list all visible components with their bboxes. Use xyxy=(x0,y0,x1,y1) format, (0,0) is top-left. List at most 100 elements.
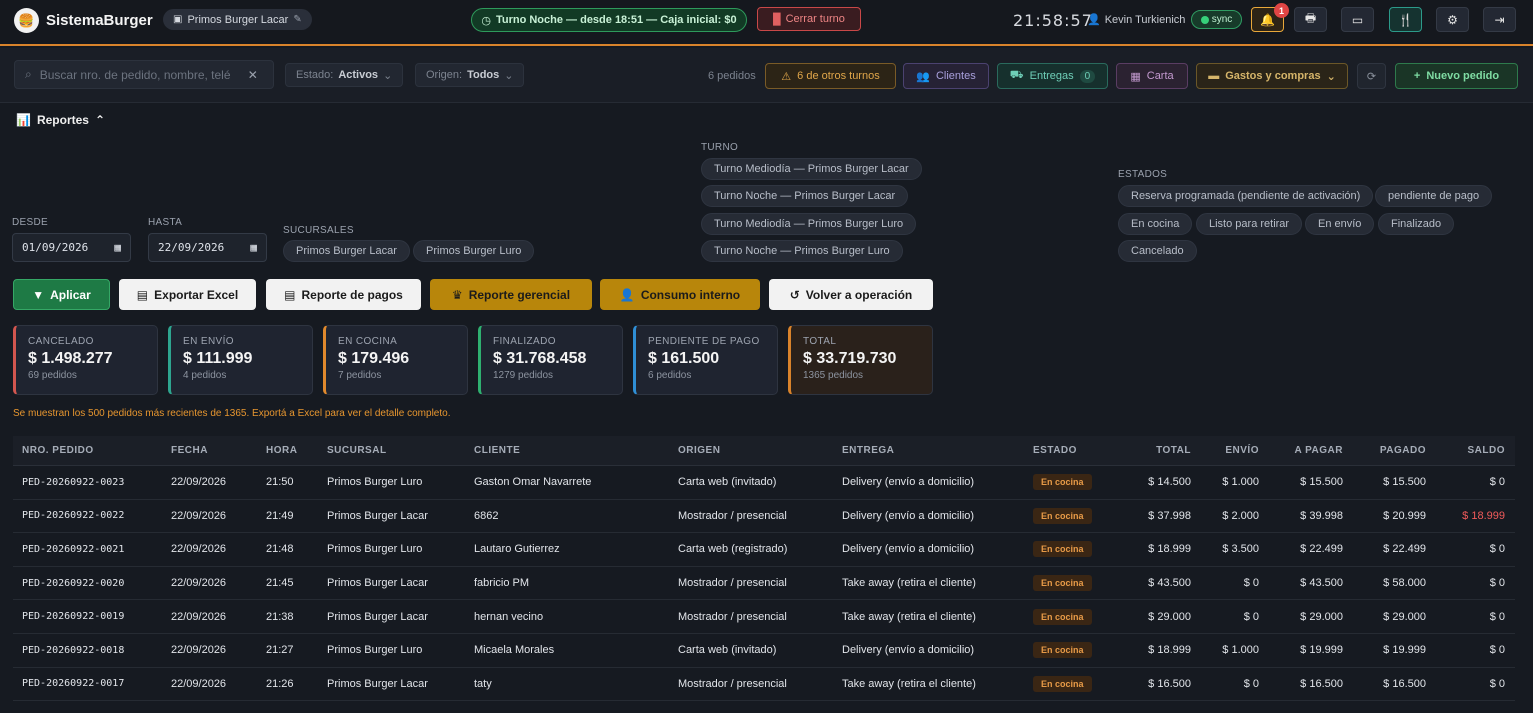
table-row[interactable]: PED-20260922-0021 22/09/2026 21:48 Primos B… xyxy=(13,533,1515,567)
origen-select[interactable]: Origen: Todos ⌄ xyxy=(415,63,525,87)
new-order-button[interactable]: + Nuevo pedido xyxy=(1395,63,1518,89)
display-button[interactable]: ▭ xyxy=(1341,7,1374,32)
search-input[interactable] xyxy=(39,67,240,82)
table-row[interactable]: PED-20260922-0017 22/09/2026 21:26 Primos B… xyxy=(13,667,1515,702)
turno-chip[interactable]: Turno Noche — Primos Burger Luro xyxy=(701,240,903,262)
table-cell: $ 18.999 xyxy=(1148,644,1191,657)
summary-card: EN COCINA $ 179.496 7 pedidos xyxy=(323,325,468,395)
table-cell: 21:48 xyxy=(266,543,294,556)
menu-button[interactable]: ▦ Carta xyxy=(1116,63,1188,89)
estado-chip[interactable]: En cocina xyxy=(1118,213,1193,235)
print-button[interactable]: 🖶 xyxy=(1294,7,1327,32)
table-cell: Primos Burger Luro xyxy=(327,543,423,556)
estado-chip[interactable]: En envío xyxy=(1305,213,1375,235)
table-cell: Take away (retira el cliente) xyxy=(842,577,976,590)
table-row[interactable]: PED-20260922-0022 22/09/2026 21:49 Primos B… xyxy=(13,499,1515,534)
column-header: TOTAL xyxy=(1156,445,1191,456)
table-cell: Delivery (envío a domicilio) xyxy=(842,509,975,522)
estado-select[interactable]: Estado: Activos ⌄ xyxy=(285,63,404,87)
internal-consumption-label: Consumo interno xyxy=(640,287,741,302)
table-cell: $ 16.500 xyxy=(1383,677,1426,690)
table-cell: Primos Burger Lacar xyxy=(327,509,428,522)
branch-selector[interactable]: ▣ Primos Burger Lacar ✎ xyxy=(163,9,312,30)
table-cell: En cocina xyxy=(1033,642,1123,659)
estado-chip[interactable]: pendiente de pago xyxy=(1375,185,1493,207)
table-row[interactable]: PED-20260922-0019 22/09/2026 21:38 Primos B… xyxy=(13,600,1515,634)
estado-chip[interactable]: Finalizado xyxy=(1378,213,1455,235)
table-cell: Delivery (envío a domicilio) xyxy=(842,644,975,657)
table-cell: $ 0 xyxy=(1489,677,1505,690)
table-body: PED-20260922-0023 22/09/2026 21:50 Primos B… xyxy=(13,466,1515,702)
table-cell: En cocina xyxy=(1033,507,1123,524)
export-excel-button[interactable]: ▤ Exportar Excel xyxy=(119,279,256,310)
notifications-button[interactable]: 🔔 1 xyxy=(1251,3,1289,32)
card-value: $ 111.999 xyxy=(183,350,253,367)
deliveries-count: 0 xyxy=(1079,69,1096,83)
apply-button[interactable]: ▼ Aplicar xyxy=(13,279,110,310)
table-cell: fabricio PM xyxy=(474,577,530,590)
status-badge: En cocina xyxy=(1033,474,1092,491)
user-info: 👤 Kevin Turkienich xyxy=(1087,13,1185,27)
table-cell: Primos Burger Lacar xyxy=(327,577,428,590)
table-cell: Gaston Omar Navarrete xyxy=(474,476,592,489)
turno-chip[interactable]: Turno Noche — Primos Burger Lacar xyxy=(701,185,909,207)
payments-report-button[interactable]: ▤ Reporte de pagos xyxy=(266,279,421,310)
other-shifts-button[interactable]: ⚠ 6 de otros turnos xyxy=(765,63,896,89)
table-cell: 22/09/2026 xyxy=(171,476,227,489)
utensils-icon: 🍴 xyxy=(1398,12,1413,27)
table-cell: $ 43.500 xyxy=(1148,577,1191,590)
table-row[interactable]: PED-20260922-0020 22/09/2026 21:45 Primos B… xyxy=(13,566,1515,601)
turno-chip[interactable]: Turno Mediodía — Primos Burger Lacar xyxy=(701,158,922,180)
status-badge: En cocina xyxy=(1033,675,1092,692)
table-row[interactable]: PED-20260922-0023 22/09/2026 21:50 Primos B… xyxy=(13,466,1515,500)
table-cell: $ 29.000 xyxy=(1383,610,1426,623)
table-cell: $ 19.999 xyxy=(1383,644,1426,657)
top-bar: 🍔 SistemaBurger ▣ Primos Burger Lacar ✎ … xyxy=(0,0,1533,46)
table-cell: 22/09/2026 xyxy=(171,577,227,590)
chevron-down-icon: ⌄ xyxy=(504,69,514,82)
kitchen-button[interactable]: 🍴 xyxy=(1389,7,1422,32)
refresh-button[interactable]: ⟳ xyxy=(1357,63,1386,89)
expenses-button[interactable]: ▬ Gastos y compras ⌄ xyxy=(1196,63,1348,89)
turno-chip[interactable]: Turno Mediodía — Primos Burger Luro xyxy=(701,213,917,235)
clear-icon[interactable]: ✕ xyxy=(248,68,258,82)
status-badge: En cocina xyxy=(1033,575,1092,592)
table-cell: PED-20260922-0017 xyxy=(22,678,125,690)
sucursal-chip[interactable]: Primos Burger Lacar xyxy=(283,240,410,262)
reports-toggle[interactable]: 📊 Reportes ⌃ xyxy=(16,113,105,127)
card-count: 7 pedidos xyxy=(338,370,382,381)
table-cell: $ 29.000 xyxy=(1148,610,1191,623)
sucursal-chip[interactable]: Primos Burger Luro xyxy=(413,240,535,262)
hasta-input[interactable]: 22/09/2026 ▦ xyxy=(148,233,267,262)
close-shift-button[interactable]: ▉ Cerrar turno xyxy=(757,7,861,31)
plus-icon: + xyxy=(1413,70,1421,82)
deliveries-button[interactable]: ⛟ Entregas 0 xyxy=(997,63,1108,89)
card-label: TOTAL xyxy=(803,336,837,347)
column-header: HORA xyxy=(266,445,298,456)
table-cell: PED-20260922-0020 xyxy=(22,577,125,589)
estado-chip[interactable]: Cancelado xyxy=(1118,240,1197,262)
card-label: CANCELADO xyxy=(28,336,94,347)
estado-chip[interactable]: Reserva programada (pendiente de activac… xyxy=(1118,185,1374,207)
table-cell: 22/09/2026 xyxy=(171,509,227,522)
management-report-button[interactable]: ♛ Reporte gerencial xyxy=(430,279,592,310)
table-cell: PED-20260922-0021 xyxy=(22,543,125,555)
settings-button[interactable]: ⚙ xyxy=(1436,7,1469,32)
table-cell: $ 0 xyxy=(1243,577,1259,590)
back-to-operation-button[interactable]: ↺ Volver a operación xyxy=(769,279,933,310)
reports-panel: 📊 Reportes ⌃ DESDE 01/09/2026 ▦ HASTA 22… xyxy=(0,104,1533,434)
table-row[interactable]: PED-20260922-0018 22/09/2026 21:27 Primos B… xyxy=(13,633,1515,668)
card-label: EN COCINA xyxy=(338,336,398,347)
internal-consumption-button[interactable]: 👤 Consumo interno xyxy=(600,279,760,310)
table-cell: $ 0 xyxy=(1243,610,1259,623)
file-icon: ▤ xyxy=(136,287,149,302)
clients-button[interactable]: 👥 Clientes xyxy=(903,63,989,89)
deliveries-label: Entregas xyxy=(1029,70,1074,82)
logout-button[interactable]: ⇥ xyxy=(1483,7,1516,32)
table-cell: En cocina xyxy=(1033,575,1123,592)
desde-input[interactable]: 01/09/2026 ▦ xyxy=(12,233,131,262)
results-notice: Se muestran los 500 pedidos más reciente… xyxy=(13,408,451,419)
estado-chip[interactable]: Listo para retirar xyxy=(1196,213,1303,235)
table-cell: En cocina xyxy=(1033,541,1123,558)
payments-report-label: Reporte de pagos xyxy=(301,287,403,302)
